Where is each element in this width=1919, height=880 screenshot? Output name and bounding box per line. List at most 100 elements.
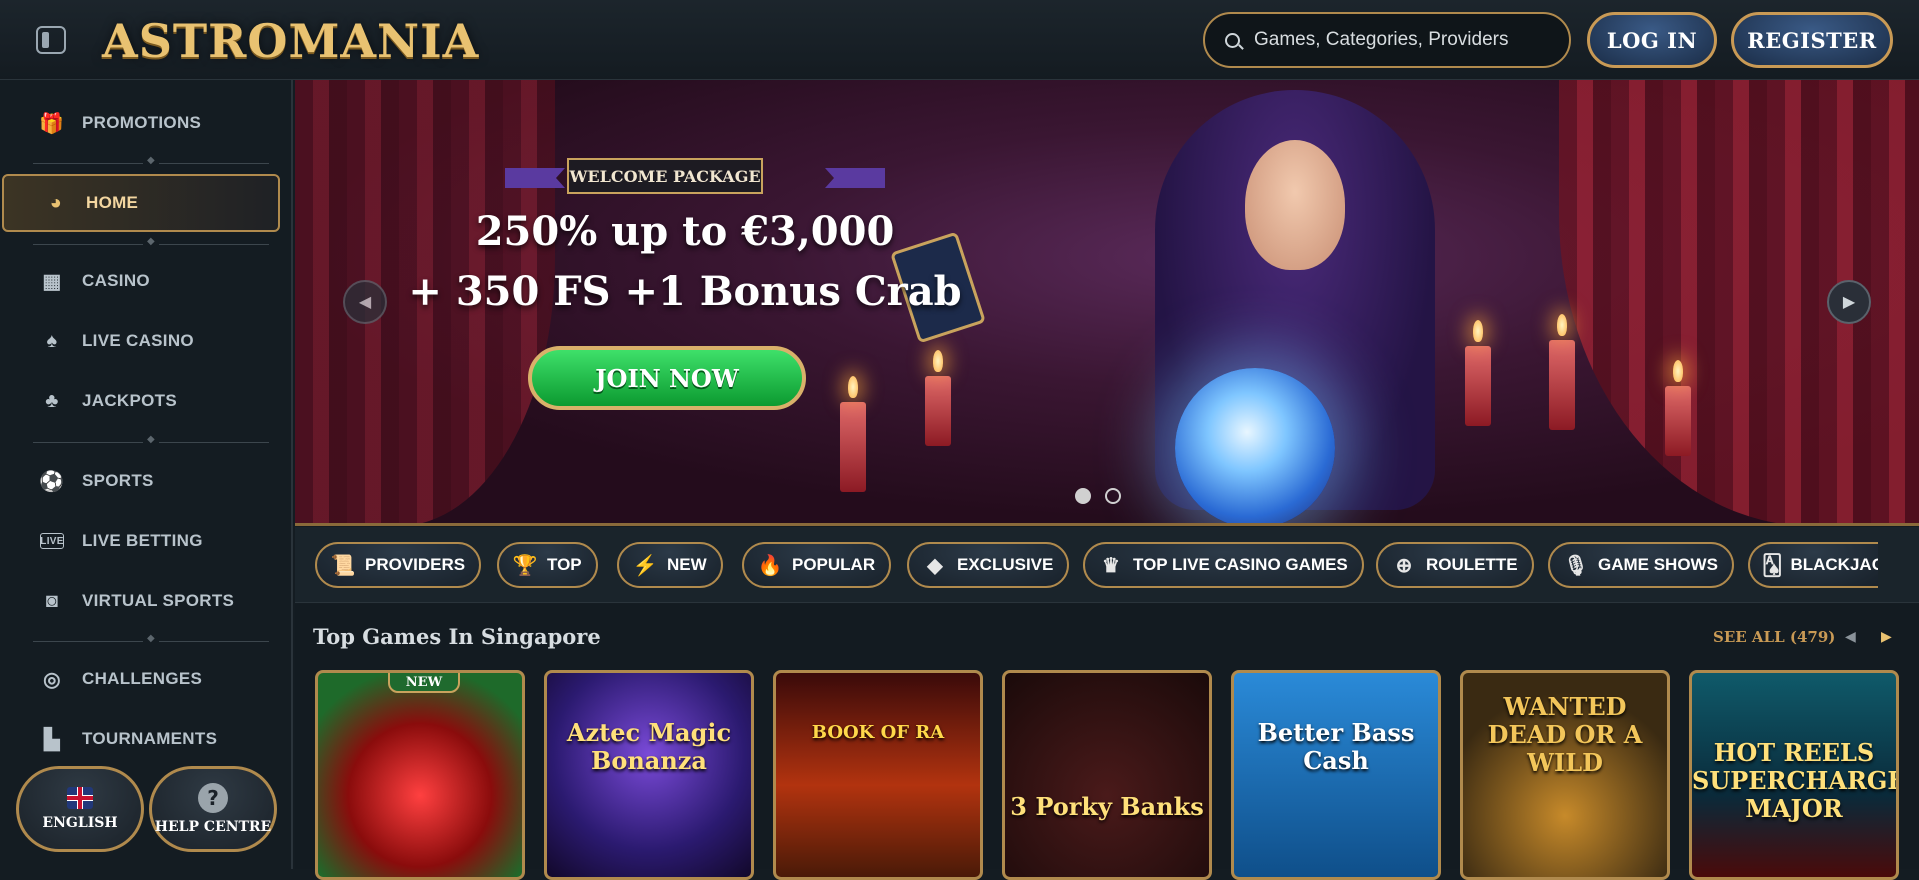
game-title: BOOK OF RA <box>811 722 945 743</box>
live-icon: LIVE <box>40 533 64 549</box>
category-blackjack[interactable]: 🂡 BLACKJACK <box>1748 542 1878 588</box>
sidebar-item-live-betting[interactable]: LIVE LIVE BETTING <box>0 516 293 566</box>
game-title: WANTED DEAD OR A WILD <box>1487 692 1643 777</box>
sidebar-item-label: HOME <box>86 193 139 212</box>
help-label: HELP CENTRE <box>154 819 272 835</box>
game-title: 3 Porky Banks <box>1010 792 1204 821</box>
game-tile[interactable]: 3 Porky Banks <box>1002 670 1212 880</box>
sidebar-item-label: LIVE CASINO <box>82 331 194 350</box>
category-providers[interactable]: 📜 PROVIDERS <box>315 542 482 588</box>
game-tile[interactable]: Better Bass Cash <box>1231 670 1441 880</box>
category-top-live-casino-games[interactable]: ♛ TOP LIVE CASINO GAMES <box>1083 542 1364 588</box>
search-icon <box>1225 32 1240 48</box>
category-label: TOP <box>547 555 582 574</box>
category-label: PROVIDERS <box>365 555 466 574</box>
sidebar-item-home[interactable]: ◕ HOME <box>2 174 280 232</box>
see-all-link[interactable]: SEE ALL (479) <box>1713 628 1835 646</box>
category-new[interactable]: ⚡ NEW <box>617 542 723 588</box>
sidebar-item-label: PROMOTIONS <box>82 113 202 132</box>
game-tile[interactable]: Aztec Magic Bonanza <box>544 670 754 880</box>
sidebar-item-label: SPORTS <box>82 471 154 490</box>
help-centre-button[interactable]: ? HELP CENTRE <box>149 766 277 852</box>
soccer-ball-icon: ⚽ <box>39 470 65 493</box>
search-input[interactable] <box>1254 29 1554 51</box>
category-top[interactable]: 🏆 TOP <box>497 542 598 588</box>
sidebar-item-virtual-sports[interactable]: ◙ VIRTUAL SPORTS <box>0 576 293 626</box>
site-logo[interactable]: ASTROMANIA <box>102 14 479 68</box>
clover-icon: ♣ <box>45 389 59 412</box>
headline-line-1: 250% up to €3,000 <box>475 208 895 255</box>
sidebar-item-sports[interactable]: ⚽ SPORTS <box>0 456 293 506</box>
prev-arrow-icon[interactable]: ◀ <box>1845 628 1856 645</box>
banner-prev-arrow-icon[interactable]: ◀ <box>343 280 387 324</box>
next-arrow-icon[interactable]: ▶ <box>1881 628 1892 645</box>
microphone-icon: 🎙 <box>1563 554 1589 577</box>
language-selector[interactable]: ENGLISH <box>16 766 144 852</box>
sidebar-item-jackpots[interactable]: ♣ JACKPOTS <box>0 376 293 426</box>
sidebar-item-challenges[interactable]: ◎ CHALLENGES <box>0 654 293 704</box>
sidebar-divider <box>33 155 269 166</box>
category-label: BLACKJACK <box>1790 555 1878 574</box>
sidebar-item-label: VIRTUAL SPORTS <box>82 591 235 610</box>
game-tile[interactable]: NEW <box>315 670 525 880</box>
category-game-shows[interactable]: 🎙 GAME SHOWS <box>1548 542 1734 588</box>
game-title: Better Bass Cash <box>1257 718 1415 775</box>
sidebar-divider <box>33 236 269 247</box>
card-icon: ♠ <box>46 329 58 352</box>
sidebar-item-tournaments[interactable]: ▙ TOURNAMENTS <box>0 714 293 764</box>
banner-next-arrow-icon[interactable]: ▶ <box>1827 280 1871 324</box>
category-label: GAME SHOWS <box>1598 555 1718 574</box>
diamond-icon: ◆ <box>927 554 943 577</box>
sidebar: 🎁 PROMOTIONS ◕ HOME ▦ CASINO ♠ LIVE CASI… <box>0 80 293 869</box>
section-title: Top Games In Singapore <box>313 624 601 649</box>
language-label: ENGLISH <box>42 815 118 831</box>
crown-icon: ♛ <box>1102 554 1120 577</box>
headline-line-2: + 350 FS +1 Bonus Crab <box>408 268 962 315</box>
sidebar-item-casino[interactable]: ▦ CASINO <box>0 256 293 306</box>
sidebar-item-label: LIVE BETTING <box>82 531 203 550</box>
search-bar[interactable] <box>1203 12 1571 68</box>
uk-flag-icon <box>67 787 93 809</box>
virtual-ball-icon: ◙ <box>45 589 59 612</box>
flame-icon: 🔥 <box>757 554 783 577</box>
candle <box>840 376 866 492</box>
game-title: Aztec Magic Bonanza <box>566 718 732 775</box>
welcome-package-label: WELCOME PACKAGE <box>567 158 763 194</box>
category-roulette[interactable]: ⊕ ROULETTE <box>1376 542 1534 588</box>
ribbon-right <box>825 168 885 188</box>
banner-headline: 250% up to €3,000 + 350 FS +1 Bonus Crab <box>405 202 965 322</box>
register-button[interactable]: REGISTER <box>1731 12 1893 68</box>
sidebar-toggle-icon[interactable] <box>36 26 66 54</box>
category-label: EXCLUSIVE <box>957 555 1054 574</box>
top-header: ASTROMANIA LOG IN REGISTER <box>0 0 1919 80</box>
sidebar-item-promotions[interactable]: 🎁 PROMOTIONS <box>0 98 293 148</box>
sidebar-divider <box>33 633 269 644</box>
login-button[interactable]: LOG IN <box>1587 12 1717 68</box>
sidebar-item-live-casino[interactable]: ♠ LIVE CASINO <box>0 316 293 366</box>
candle <box>1665 360 1691 456</box>
sidebar-item-label: CASINO <box>82 271 150 290</box>
category-bar: 📜 PROVIDERS 🏆 TOP ⚡ NEW 🔥 POPULAR ◆ EXCL… <box>295 527 1919 603</box>
gift-icon: 🎁 <box>39 112 65 135</box>
lightning-icon: ⚡ <box>632 554 658 577</box>
target-icon: ◎ <box>43 668 61 691</box>
carousel-dot[interactable] <box>1075 488 1091 504</box>
hero-banner[interactable]: WELCOME PACKAGE 250% up to €3,000 + 350 … <box>295 80 1919 526</box>
category-popular[interactable]: 🔥 POPULAR <box>742 542 892 588</box>
category-exclusive[interactable]: ◆ EXCLUSIVE <box>907 542 1070 588</box>
cards-icon: 🂡 <box>1762 554 1783 577</box>
candle <box>925 350 951 446</box>
podium-icon: ▙ <box>44 728 60 751</box>
scroll-icon: 📜 <box>330 554 356 577</box>
game-tile[interactable]: BOOK OF RA <box>773 670 983 880</box>
crystal-ball-illustration <box>1175 368 1335 523</box>
game-title: HOT REELS SUPERCHARGED MAJOR <box>1692 738 1896 823</box>
sidebar-item-label: TOURNAMENTS <box>82 729 218 748</box>
carousel-dots <box>1075 488 1121 504</box>
carousel-dot[interactable] <box>1105 488 1121 504</box>
join-now-button[interactable]: JOIN NOW <box>528 346 806 410</box>
sidebar-divider <box>33 434 269 445</box>
game-tile[interactable]: WANTED DEAD OR A WILD <box>1460 670 1670 880</box>
game-tile[interactable]: HOT REELS SUPERCHARGED MAJOR <box>1689 670 1899 880</box>
sidebar-item-label: CHALLENGES <box>82 669 203 688</box>
